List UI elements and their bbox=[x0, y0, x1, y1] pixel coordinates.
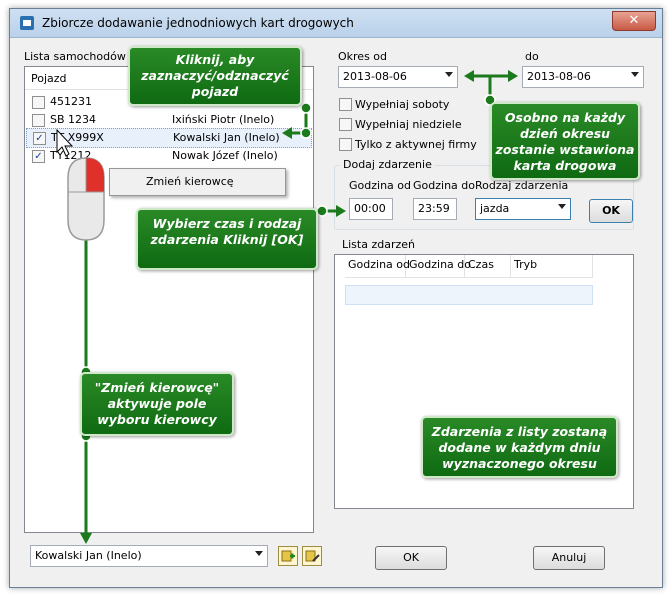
vehicle-driver: Kowalski Jan (Inelo) bbox=[173, 131, 280, 144]
callout-choose-time-text: Wybierz czas i rodzaj zdarzenia Kliknij … bbox=[150, 216, 304, 247]
close-icon: ✕ bbox=[628, 13, 640, 28]
start-time-input[interactable]: 00:00 bbox=[349, 198, 393, 220]
vehicle-checkbox[interactable] bbox=[32, 96, 45, 109]
vehicle-plate: TT X999X bbox=[51, 131, 104, 144]
start-time-value: 00:00 bbox=[354, 202, 386, 215]
chevron-down-icon bbox=[558, 204, 566, 209]
vehicle-plate: 451231 bbox=[50, 95, 92, 108]
events-title: Lista zdarzeń bbox=[342, 238, 415, 251]
callout-toggle-vehicle: Kliknij, aby zaznaczyć/odznaczyć pojazd bbox=[128, 46, 302, 106]
vehicle-driver: Nowak Józef (Inelo) bbox=[172, 149, 278, 162]
add-event-title: Dodaj zdarzenie bbox=[340, 158, 435, 171]
callout-per-day: Osobno na każdy dzień okresu zostanie ws… bbox=[490, 102, 640, 180]
edit-driver-icon[interactable] bbox=[302, 546, 322, 566]
driver-select-value: Kowalski Jan (Inelo) bbox=[35, 549, 142, 562]
vehicle-row[interactable]: SB 1234 Ixiński Piotr (Inelo) bbox=[26, 111, 312, 129]
start-time-label: Godzina od bbox=[349, 179, 411, 192]
vehicle-checkbox[interactable]: ✓ bbox=[32, 150, 45, 163]
chevron-down-icon bbox=[445, 72, 453, 77]
app-icon bbox=[20, 16, 34, 30]
events-empty-row[interactable] bbox=[345, 285, 593, 305]
event-type-label: Rodzaj zdarzenia bbox=[475, 179, 569, 192]
add-driver-icon[interactable] bbox=[278, 546, 298, 566]
column-header-vehicle[interactable]: Pojazd bbox=[31, 72, 67, 85]
events-col-mode[interactable]: Tryb bbox=[511, 255, 593, 278]
saturdays-label: Wypełniaj soboty bbox=[355, 98, 450, 111]
events-col-start[interactable]: Godzina od bbox=[345, 255, 410, 278]
event-type-value: jazda bbox=[480, 202, 510, 215]
driver-select[interactable]: Kowalski Jan (Inelo) bbox=[30, 545, 268, 567]
period-from-select[interactable]: 2013-08-06 bbox=[338, 66, 458, 88]
context-menu: Zmień kierowcę bbox=[109, 168, 286, 196]
vehicle-row[interactable]: ✓ TY1212 Nowak Józef (Inelo) bbox=[26, 147, 312, 165]
vehicle-driver: Ixiński Piotr (Inelo) bbox=[172, 113, 275, 126]
period-to-value: 2013-08-06 bbox=[527, 70, 591, 83]
period-to-select[interactable]: 2013-08-06 bbox=[522, 66, 644, 88]
vehicle-row-selected[interactable]: ✓ TT X999X Kowalski Jan (Inelo) bbox=[26, 128, 312, 148]
title-bar[interactable]: Zbiorcze dodawanie jednodniowych kart dr… bbox=[10, 9, 662, 38]
active-company-label: Tylko z aktywnej firmy bbox=[355, 138, 477, 151]
callout-change-driver: "Zmień kierowcę" aktywuje pole wyboru ki… bbox=[80, 372, 234, 436]
vehicle-checkbox[interactable] bbox=[32, 114, 45, 127]
cancel-button[interactable]: Anuluj bbox=[533, 546, 605, 570]
end-time-label: Godzina do bbox=[413, 179, 475, 192]
chevron-down-icon bbox=[255, 551, 263, 556]
events-col-end[interactable]: Godzina do bbox=[406, 255, 471, 278]
period-from-value: 2013-08-06 bbox=[343, 70, 407, 83]
callout-per-day-text: Osobno na każdy dzień okresu zostanie ws… bbox=[495, 110, 635, 173]
events-col-duration[interactable]: Czas bbox=[465, 255, 511, 278]
vehicle-plate: TY1212 bbox=[50, 149, 92, 162]
vehicle-checkbox[interactable]: ✓ bbox=[33, 132, 46, 145]
sundays-label: Wypełniaj niedziele bbox=[355, 118, 462, 131]
vehicles-label: Lista samochodów bbox=[24, 50, 126, 63]
end-time-input[interactable]: 23:59 bbox=[413, 198, 457, 220]
callout-choose-time: Wybierz czas i rodzaj zdarzenia Kliknij … bbox=[136, 208, 318, 270]
add-event-ok-button[interactable]: OK bbox=[589, 199, 633, 223]
saturdays-checkbox[interactable] bbox=[339, 98, 352, 111]
close-button[interactable]: ✕ bbox=[612, 11, 656, 31]
window-title: Zbiorcze dodawanie jednodniowych kart dr… bbox=[42, 16, 354, 30]
vehicles-list[interactable]: Pojazd 451231 SB 1234 Ixiński Piotr (Ine… bbox=[24, 66, 314, 533]
ok-button[interactable]: OK bbox=[375, 546, 447, 570]
end-time-value: 23:59 bbox=[418, 202, 450, 215]
period-from-label: Okres od bbox=[338, 50, 388, 63]
callout-events-added-text: Zdarzenia z listy zostaną dodane w każdy… bbox=[431, 424, 608, 471]
period-to-label: do bbox=[525, 50, 539, 63]
vehicle-plate: SB 1234 bbox=[50, 113, 97, 126]
event-type-select[interactable]: jazda bbox=[475, 198, 571, 220]
callout-toggle-vehicle-text: Kliknij, aby zaznaczyć/odznaczyć pojazd bbox=[141, 52, 289, 99]
sundays-checkbox[interactable] bbox=[339, 118, 352, 131]
callout-change-driver-text: "Zmień kierowcę" aktywuje pole wyboru ki… bbox=[94, 380, 220, 427]
callout-events-added: Zdarzenia z listy zostaną dodane w każdy… bbox=[421, 416, 618, 478]
active-company-checkbox[interactable] bbox=[339, 138, 352, 151]
menu-item-change-driver[interactable]: Zmień kierowcę bbox=[146, 175, 234, 188]
chevron-down-icon bbox=[631, 72, 639, 77]
